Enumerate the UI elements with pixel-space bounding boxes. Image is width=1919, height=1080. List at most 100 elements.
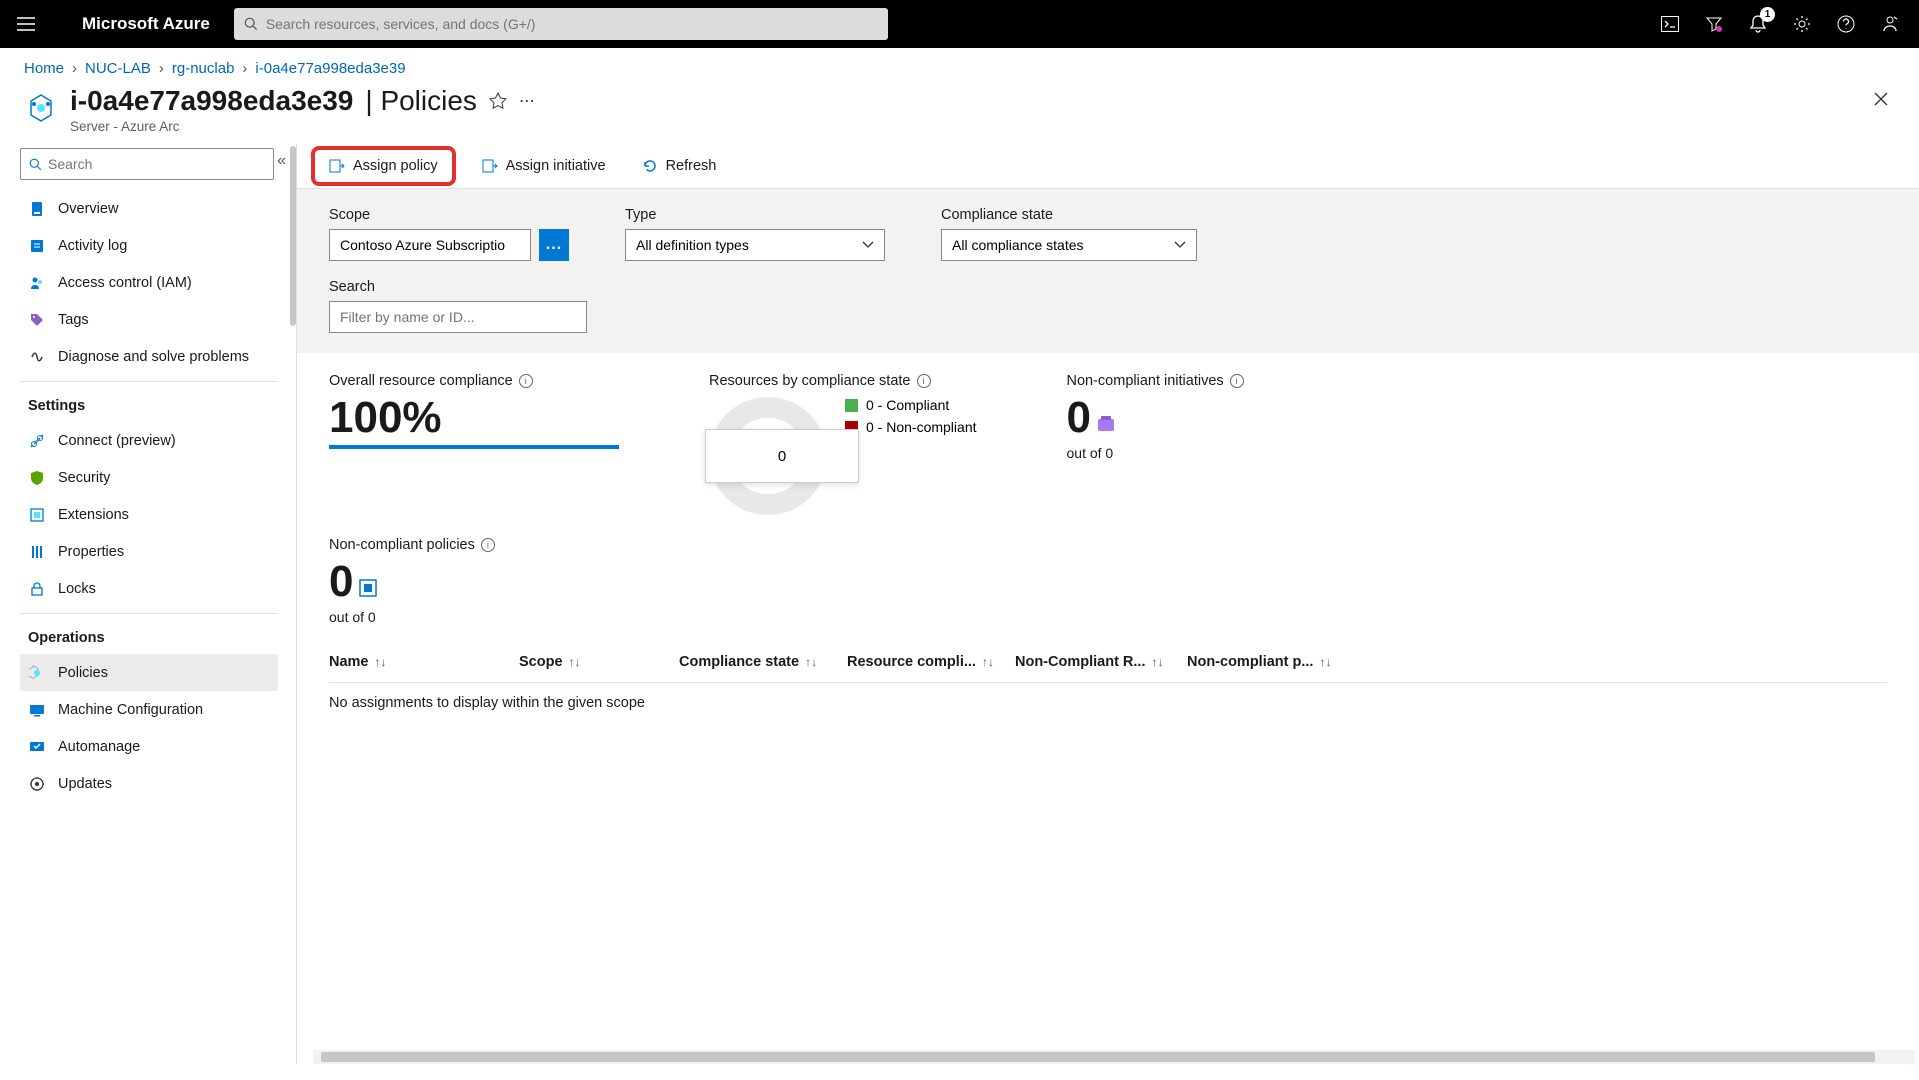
nav-security[interactable]: Security <box>20 459 278 496</box>
noncompliant-initiatives-value: 0 <box>1067 393 1091 443</box>
scope-label: Scope <box>329 207 569 223</box>
initiatives-out-of: out of 0 <box>1067 445 1244 461</box>
resource-subtitle: Server - Azure Arc <box>70 119 1855 134</box>
filter-panel: Scope Contoso Azure Subscriptio ... Type… <box>297 189 1919 353</box>
sort-icon[interactable]: ↑↓ <box>569 655 581 669</box>
refresh-button[interactable]: Refresh <box>632 152 727 180</box>
global-search[interactable] <box>234 8 888 40</box>
col-noncompliant-resources[interactable]: Non-Compliant R... <box>1015 654 1146 670</box>
content-pane: Assign policy Assign initiative Refresh … <box>296 144 1919 1064</box>
col-name[interactable]: Name <box>329 654 369 670</box>
sort-icon[interactable]: ↑↓ <box>1319 655 1331 669</box>
overall-compliance-label: Overall resource compliance <box>329 373 513 389</box>
info-icon[interactable]: i <box>519 374 533 388</box>
sidebar-search-input[interactable] <box>48 156 265 172</box>
nav-activity-log[interactable]: Activity log <box>20 227 278 264</box>
hamburger-menu[interactable] <box>12 10 40 38</box>
col-noncompliant-policies[interactable]: Non-compliant p... <box>1187 654 1313 670</box>
nav-overview[interactable]: Overview <box>20 190 278 227</box>
assign-initiative-button[interactable]: Assign initiative <box>472 152 616 180</box>
updates-icon <box>28 775 46 793</box>
chevron-down-icon <box>862 241 874 249</box>
compliance-stats-row: Overall resource compliancei 100% Resour… <box>297 353 1919 527</box>
compliance-state-select[interactable]: All compliance states <box>941 229 1197 261</box>
nav-properties[interactable]: Properties <box>20 533 278 570</box>
automanage-icon <box>28 738 46 756</box>
tag-icon <box>28 311 46 329</box>
help-icon[interactable] <box>1835 13 1857 35</box>
assignments-table: Name ↑↓ Scope ↑↓ Compliance state ↑↓ Resour… <box>297 641 1919 723</box>
compliance-donut-chart: 0 <box>709 397 827 515</box>
filter-search-label: Search <box>329 279 1887 295</box>
donut-legend: 0 - Compliant 0 - Non-compliant <box>845 397 977 435</box>
overview-icon <box>28 200 46 218</box>
collapse-sidebar-icon[interactable]: « <box>277 152 286 170</box>
notification-badge: 1 <box>1760 7 1775 22</box>
refresh-icon <box>642 158 658 174</box>
properties-icon <box>28 543 46 561</box>
favorite-star-icon[interactable] <box>489 92 507 110</box>
close-blade-button[interactable] <box>1867 85 1895 113</box>
cloud-shell-icon[interactable] <box>1659 13 1681 35</box>
noncompliant-policies-value: 0 <box>329 557 353 607</box>
topbar: Microsoft Azure 1 <box>0 0 1919 48</box>
sidebar-search[interactable] <box>20 148 274 180</box>
nav-locks[interactable]: Locks <box>20 570 278 607</box>
breadcrumb-nuclab[interactable]: NUC-LAB <box>85 60 151 77</box>
col-compliance-state[interactable]: Compliance state <box>679 654 799 670</box>
more-actions-icon[interactable]: ⋯ <box>519 91 535 111</box>
noncompliant-initiatives-label: Non-compliant initiatives <box>1067 373 1224 389</box>
notifications-icon[interactable]: 1 <box>1747 13 1769 35</box>
noncompliant-policies-label: Non-compliant policies <box>329 537 475 553</box>
log-icon <box>28 237 46 255</box>
section-settings: Settings <box>20 381 278 422</box>
scope-input[interactable]: Contoso Azure Subscriptio <box>329 229 531 261</box>
scope-picker-button[interactable]: ... <box>539 229 569 261</box>
filter-icon[interactable] <box>1703 13 1725 35</box>
compliance-state-label: Compliance state <box>941 207 1197 223</box>
connect-icon <box>28 432 46 450</box>
donut-tooltip: 0 <box>705 429 859 483</box>
feedback-icon[interactable] <box>1879 13 1901 35</box>
nav-extensions[interactable]: Extensions <box>20 496 278 533</box>
sort-icon[interactable]: ↑↓ <box>1152 655 1164 669</box>
type-select[interactable]: All definition types <box>625 229 885 261</box>
compliance-bar <box>329 445 619 449</box>
nav-iam[interactable]: Access control (IAM) <box>20 264 278 301</box>
sort-icon[interactable]: ↑↓ <box>805 655 817 669</box>
col-scope[interactable]: Scope <box>519 654 563 670</box>
resource-title: i-0a4e77a998eda3e39 <box>70 85 353 117</box>
assign-policy-button[interactable]: Assign policy <box>319 152 448 180</box>
page-header: i-0a4e77a998eda3e39 | Policies ⋯ Server … <box>0 85 1919 144</box>
settings-icon[interactable] <box>1791 13 1813 35</box>
nav-automanage[interactable]: Automanage <box>20 728 278 765</box>
nav-diagnose[interactable]: Diagnose and solve problems <box>20 338 278 375</box>
assign-policy-icon <box>329 158 345 174</box>
info-icon[interactable]: i <box>917 374 931 388</box>
breadcrumb-home[interactable]: Home <box>24 60 64 77</box>
nav-tags[interactable]: Tags <box>20 301 278 338</box>
initiative-icon <box>1095 413 1117 435</box>
breadcrumb-rg[interactable]: rg-nuclab <box>172 60 235 77</box>
nav-machine-config[interactable]: Machine Configuration <box>20 691 278 728</box>
global-search-input[interactable] <box>266 16 878 32</box>
sidebar-scrollbar[interactable] <box>290 146 296 326</box>
nav-policies[interactable]: Policies <box>20 654 278 691</box>
col-resource-compliance[interactable]: Resource compli... <box>847 654 976 670</box>
nav-updates[interactable]: Updates <box>20 765 278 802</box>
filter-search[interactable] <box>329 301 587 333</box>
policy-icon <box>28 664 46 682</box>
diagnose-icon <box>28 348 46 366</box>
extensions-icon <box>28 506 46 524</box>
info-icon[interactable]: i <box>481 538 495 552</box>
sort-icon[interactable]: ↑↓ <box>982 655 994 669</box>
nav-connect[interactable]: Connect (preview) <box>20 422 278 459</box>
annotation-highlight: Assign policy <box>311 146 456 186</box>
table-empty-message: No assignments to display within the giv… <box>329 683 1887 723</box>
sort-icon[interactable]: ↑↓ <box>375 655 387 669</box>
breadcrumb-resource[interactable]: i-0a4e77a998eda3e39 <box>255 60 405 77</box>
policy-small-icon <box>357 577 379 599</box>
horizontal-scrollbar[interactable] <box>313 1050 1915 1064</box>
filter-search-input[interactable] <box>340 309 576 325</box>
info-icon[interactable]: i <box>1230 374 1244 388</box>
